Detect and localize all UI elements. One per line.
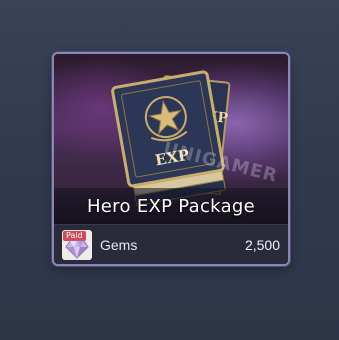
gem-badge: Paid bbox=[62, 230, 92, 260]
currency-label: Gems bbox=[100, 237, 138, 253]
price-amount: 2,500 bbox=[244, 237, 280, 253]
price-bar[interactable]: Paid Gems 2,500 bbox=[54, 224, 288, 264]
package-title: Hero EXP Package bbox=[86, 195, 256, 217]
package-card[interactable]: EXP EXP UNIGAMER Hero EXP Package Pa bbox=[52, 52, 290, 266]
title-bar: Hero EXP Package bbox=[54, 188, 288, 224]
gem-icon bbox=[65, 240, 89, 259]
